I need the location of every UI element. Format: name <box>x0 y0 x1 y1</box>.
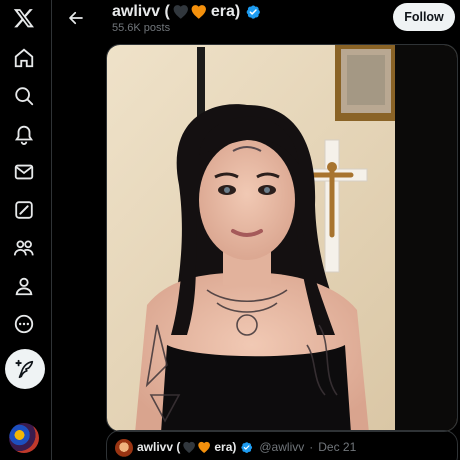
verified-badge-icon <box>246 5 261 19</box>
more-icon[interactable] <box>6 306 42 342</box>
explore-icon[interactable] <box>6 78 42 114</box>
follow-button[interactable]: Follow <box>393 3 455 31</box>
messages-icon[interactable] <box>6 154 42 190</box>
quoted-post[interactable]: awlivv ( era) @awlivv · Dec 21 <box>106 430 458 460</box>
grok-icon[interactable] <box>6 192 42 228</box>
posts-count: 55.6K posts <box>112 22 171 34</box>
compose-feather-icon <box>15 359 34 379</box>
black-heart-icon <box>173 5 188 19</box>
profile-icon[interactable] <box>6 268 42 304</box>
quote-date[interactable]: Dec 21 <box>318 440 356 454</box>
account-avatar[interactable] <box>9 423 39 453</box>
post-photo <box>107 45 457 431</box>
compose-button[interactable] <box>5 349 45 389</box>
back-button[interactable] <box>62 4 90 32</box>
orange-heart-icon <box>198 441 211 453</box>
post-media[interactable] <box>106 44 458 432</box>
quote-name-prefix: awlivv ( <box>137 440 181 454</box>
orange-heart-icon <box>191 5 206 19</box>
quote-header: awlivv ( era) @awlivv · Dec 21 <box>137 440 356 454</box>
app-root: awlivv ( era) 55.6K posts Follow awlivv … <box>0 0 460 460</box>
quote-name-suffix: era) <box>214 440 237 454</box>
x-logo-icon[interactable] <box>6 0 42 36</box>
profile-name-prefix: awlivv ( <box>112 3 170 20</box>
black-heart-icon <box>183 441 196 453</box>
verified-badge-icon <box>241 441 253 453</box>
sidebar-nav <box>0 0 52 460</box>
quote-separator: · <box>309 440 314 454</box>
profile-name-suffix: era) <box>210 3 241 20</box>
back-arrow-icon <box>69 11 83 25</box>
home-icon[interactable] <box>6 40 42 76</box>
quote-handle[interactable]: @awlivv <box>259 440 304 454</box>
profile-title: awlivv ( era) <box>112 2 261 22</box>
quote-avatar <box>115 439 133 457</box>
communities-icon[interactable] <box>6 230 42 266</box>
notifications-icon[interactable] <box>6 116 42 152</box>
